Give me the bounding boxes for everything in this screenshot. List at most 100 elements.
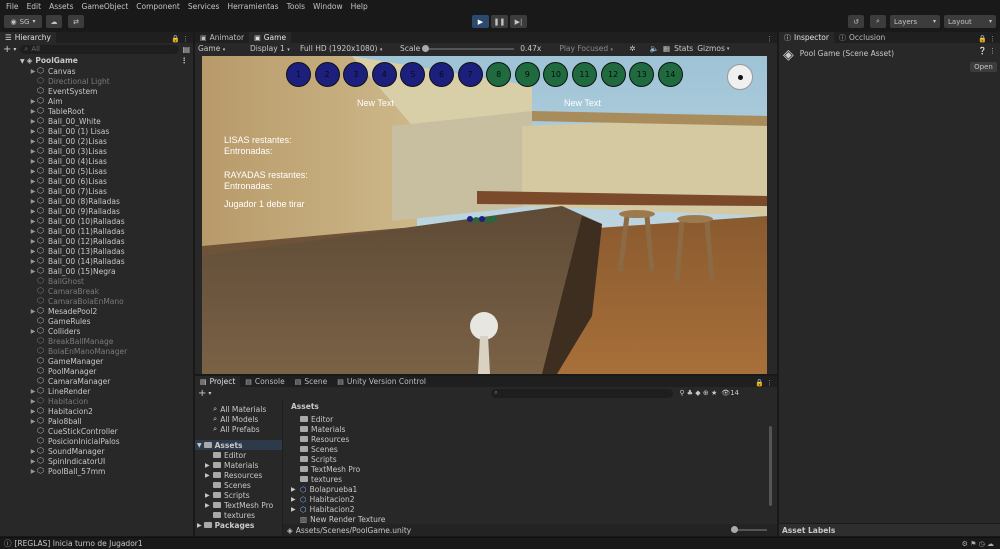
expand-arrow-icon[interactable]: ▶ [29,208,37,215]
play-button[interactable]: ▶ [472,15,489,28]
expand-arrow-icon[interactable]: ▶ [29,258,37,265]
expand-arrow-icon[interactable]: ▶ [29,158,37,165]
history-icon[interactable]: ↺ [848,15,864,28]
expand-arrow-icon[interactable]: ▶ [29,68,37,75]
search-icon[interactable]: ⌕ [870,15,886,28]
expand-arrow-icon[interactable]: ▶ [29,388,37,395]
asset-item[interactable]: Scripts [291,454,771,464]
menu-item[interactable]: Edit [27,2,42,11]
favorite-search[interactable]: ⌕ All Prefabs [213,424,282,434]
tab-console[interactable]: ▤ Console [240,376,289,387]
cloud-icon[interactable]: ☁ [46,15,62,28]
hierarchy-item[interactable]: ⬡ CamaraBolaEnMano [29,296,193,306]
hierarchy-item[interactable]: ▶ ⬡ SoundManager [29,446,193,456]
hierarchy-item[interactable]: ▶ ⬡ Aim [29,96,193,106]
hierarchy-item[interactable]: ⬡ BallGhost [29,276,193,286]
tree-folder[interactable]: ▶ TextMesh Pro [205,500,282,510]
layout-dropdown[interactable]: Layout ▾ [944,15,996,28]
step-button[interactable]: ▶| [510,15,527,28]
status-message[interactable]: [REGLAS] Inicia turno de Jugador1 [15,539,143,548]
hierarchy-item[interactable]: ▶ ⬡ Canvas [29,66,193,76]
tab-hierarchy[interactable]: ☰ Hierarchy [0,32,56,43]
asset-item[interactable]: ▶ ⬡ Bolaprueba1 [291,484,771,494]
favorite-search[interactable]: ⌕ All Materials [213,404,282,414]
menu-item[interactable]: Assets [49,2,73,11]
tree-assets-root[interactable]: ▼ Assets [195,440,282,450]
scene-menu-icon[interactable]: ⋮ [181,56,189,65]
icon-size-slider[interactable] [731,526,767,533]
hierarchy-item[interactable]: ▶ ⬡ Palo8ball [29,416,193,426]
hierarchy-item[interactable]: ▶ ⬡ Ball_00_White [29,116,193,126]
collab-icon[interactable]: ⇄ [68,15,84,28]
expand-arrow-icon[interactable]: ▶ [29,188,37,195]
asset-item[interactable]: Editor [291,414,771,424]
add-icon[interactable]: + [198,388,206,399]
hierarchy-item[interactable]: ▶ ⬡ LineRender [29,386,193,396]
tab-project[interactable]: ▤ Project [195,376,241,387]
expand-arrow-icon[interactable]: ▶ [29,228,37,235]
status-icons[interactable]: ⚙ ⚑ ◷ ☁ [962,540,994,548]
hierarchy-item[interactable]: ⬡ Directional Light [29,76,193,86]
tree-folder[interactable]: ▶ Materials [205,460,282,470]
hierarchy-item[interactable]: ⬡ CueStickController [29,426,193,436]
search-options-icon[interactable]: ▤ [182,45,190,54]
hierarchy-item[interactable]: ▶ ⬡ MesadePool2 [29,306,193,316]
tab-unity-version-control[interactable]: ▤ Unity Version Control [332,376,431,387]
expand-arrow-icon[interactable]: ▶ [29,458,37,465]
expand-arrow-icon[interactable]: ▶ [205,492,213,499]
asset-scrollbar[interactable] [769,426,772,506]
expand-arrow-icon[interactable]: ▶ [29,408,37,415]
expand-arrow-icon[interactable]: ▶ [29,128,37,135]
hierarchy-item[interactable]: ▶ ⬡ Ball_00 (9)Ralladas [29,206,193,216]
expand-arrow-icon[interactable]: ▶ [291,486,300,493]
expand-arrow-icon[interactable]: ▶ [29,198,37,205]
game-mode-dropdown[interactable]: Game ▾ [198,44,250,53]
resolution-dropdown[interactable]: Full HD (1920x1080) ▾ [300,44,400,53]
hierarchy-item[interactable]: ▶ ⬡ Habitacion [29,396,193,406]
hierarchy-item[interactable]: ▶ ⬡ Ball_00 (5)Lisas [29,166,193,176]
hierarchy-item[interactable]: ⬡ EventSystem [29,86,193,96]
expand-arrow-icon[interactable]: ▶ [29,468,37,475]
audio-icon[interactable]: 🔈 [650,44,659,53]
hierarchy-search-input[interactable]: ⌕ All [20,44,180,54]
expand-arrow-icon[interactable]: ▶ [29,218,37,225]
expand-arrow-icon[interactable]: ▶ [29,108,37,115]
asset-item[interactable]: ▶ ⬡ Habitacion2 [291,494,771,504]
hierarchy-item[interactable]: ⬡ CamaraBreak [29,286,193,296]
display-dropdown[interactable]: Display 1 ▾ [250,44,300,53]
game-viewport[interactable]: 1 2 3 4 5 6 7 8 9 10 11 12 13 14 New Text New Text LI… [202,56,767,374]
asset-labels-section[interactable]: Asset Labels [779,523,1000,536]
expand-arrow-icon[interactable]: ▶ [29,398,37,405]
panel-menu-icon[interactable]: 🔒 ⋮ [755,379,777,387]
tab-inspector[interactable]: ⓘ Inspector [779,32,834,43]
layers-dropdown[interactable]: Layers ▾ [890,15,940,28]
expand-arrow-icon[interactable]: ▶ [29,268,37,275]
expand-arrow-icon[interactable]: ▶ [291,506,300,513]
tab-game[interactable]: ▣ Game [249,32,292,43]
tree-packages[interactable]: ▶ Packages [195,520,282,530]
project-search-input[interactable]: ⌕ [491,388,674,398]
expand-arrow-icon[interactable]: ▶ [29,248,37,255]
asset-item[interactable]: ▧ New Render Texture [291,514,771,524]
tree-folder[interactable]: Editor [205,450,282,460]
gizmos-button[interactable]: Gizmos [697,44,725,53]
hierarchy-item[interactable]: ▶ ⬡ Ball_00 (10)Ralladas [29,216,193,226]
hierarchy-item[interactable]: ▶ ⬡ Ball_00 (14)Ralladas [29,256,193,266]
hierarchy-item[interactable]: ▶ ⬡ Ball_00 (15)Negra [29,266,193,276]
tab-scene[interactable]: ▤ Scene [290,376,333,387]
menu-item[interactable]: Herramientas [227,2,278,11]
asset-item[interactable]: Scenes [291,444,771,454]
expand-arrow-icon[interactable]: ▶ [29,118,37,125]
open-button[interactable]: Open [970,62,997,72]
stats-button[interactable]: Stats [674,44,693,53]
asset-item[interactable]: Materials [291,424,771,434]
spin-indicator[interactable] [727,64,753,90]
hierarchy-item[interactable]: ▶ ⬡ Ball_00 (1) Lisas [29,126,193,136]
expand-arrow-icon[interactable]: ▶ [29,98,37,105]
pause-button[interactable]: ❚❚ [491,15,508,28]
asset-item[interactable]: textures [291,474,771,484]
hierarchy-item[interactable]: ▶ ⬡ Ball_00 (6)Lisas [29,176,193,186]
tab-animator[interactable]: ▣ Animator [195,32,249,43]
panel-menu-icon[interactable]: 🔒 ⋮ [978,35,1000,43]
panel-menu-icon[interactable]: 🔒 ⋮ [171,35,193,43]
